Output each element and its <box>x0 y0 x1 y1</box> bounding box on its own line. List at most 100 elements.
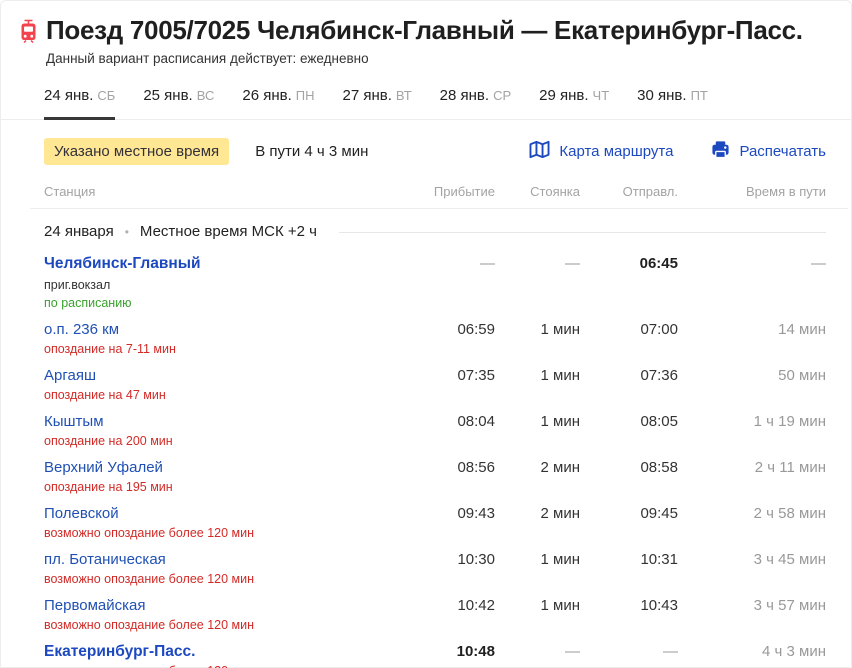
departure-time: — <box>663 643 678 660</box>
station-cell: Верхний Уфалей опоздание на 195 мин <box>44 459 375 494</box>
tab-day-label: ВС <box>196 88 215 103</box>
print-link[interactable]: Распечатать <box>711 140 826 163</box>
col-stop: Стоянка <box>530 184 580 199</box>
departure-time: 08:05 <box>640 413 678 430</box>
station-cell: о.п. 236 км опоздание на 7-11 мин <box>44 321 375 356</box>
status-delay: опоздание на 47 мин <box>44 388 166 402</box>
stop-duration: 2 мин <box>540 459 581 476</box>
arrival-time: 07:35 <box>457 367 495 384</box>
stop-duration: 1 мин <box>540 597 581 614</box>
tab-date-27[interactable]: 27 янв. ВТ <box>343 87 412 104</box>
tab-date-29[interactable]: 29 янв. ЧТ <box>539 87 609 104</box>
print-link-label: Распечатать <box>739 142 826 160</box>
status-delay: опоздание на 7-11 мин <box>44 342 176 356</box>
route-map-link[interactable]: Карта маршрута <box>529 140 673 163</box>
page-header: Поезд 7005/7025 Челябинск-Главный — Екат… <box>0 0 852 66</box>
date-line-timezone: Местное время МСК +2 ч <box>139 223 317 240</box>
tab-date-label: 24 янв. <box>44 87 94 104</box>
elapsed-duration: — <box>811 255 826 272</box>
tab-date-label: 27 янв. <box>342 87 392 104</box>
elapsed-duration: 50 мин <box>778 367 826 384</box>
stop-duration: 1 мин <box>540 321 581 338</box>
elapsed-duration: 3 ч 45 мин <box>753 551 826 568</box>
station-cell: Первомайская возможно опоздание более 12… <box>44 597 375 632</box>
station-link[interactable]: Аргаяш <box>44 367 375 384</box>
elapsed-duration: 4 ч 3 мин <box>762 643 826 660</box>
departure-time: 09:45 <box>640 505 678 522</box>
station-link[interactable]: Кыштым <box>44 413 375 430</box>
status-delay: возможно опоздание более 120 мин <box>44 618 254 632</box>
route-map-link-label: Карта маршрута <box>559 142 674 160</box>
station-link[interactable]: Полевской <box>44 505 375 522</box>
page-title: Поезд 7005/7025 Челябинск-Главный — Екат… <box>46 15 803 45</box>
arrival-time: 10:48 <box>456 643 495 660</box>
departure-time: 07:36 <box>640 367 678 384</box>
station-link[interactable]: о.п. 236 км <box>44 321 375 338</box>
status-delay: возможно опоздание более 120 мин <box>44 664 375 668</box>
table-header: Станция Прибытие Стоянка Отправл. Время … <box>44 184 826 208</box>
toolbar: Указано местное время В пути 4 ч 3 мин К… <box>44 137 826 165</box>
station-cell: Аргаяш опоздание на 47 мин <box>44 367 375 402</box>
station-cell: Полевской возможно опоздание более 120 м… <box>44 505 375 540</box>
station-link[interactable]: пл. Ботаническая <box>44 551 375 568</box>
tab-date-label: 26 янв. <box>242 87 292 104</box>
tab-date-25[interactable]: 25 янв. ВС <box>143 87 214 104</box>
station-cell: Челябинск-Главный приг.вокзал по расписа… <box>44 255 375 310</box>
departure-time: 10:43 <box>640 597 678 614</box>
table-row: Аргаяш опоздание на 47 мин 07:35 1 мин 0… <box>44 356 826 402</box>
table-row: Верхний Уфалей опоздание на 195 мин 08:5… <box>44 448 826 494</box>
date-line-date: 24 января <box>44 223 114 240</box>
tab-date-label: 28 янв. <box>439 87 490 104</box>
stop-duration: 1 мин <box>540 551 581 568</box>
tab-date-label: 25 янв. <box>143 87 193 104</box>
status-on-time: по расписанию <box>44 296 132 310</box>
tab-day-label: ЧТ <box>592 88 610 103</box>
stop-duration: 1 мин <box>540 367 581 384</box>
header-divider <box>30 208 848 209</box>
tab-date-label: 30 янв. <box>637 87 687 104</box>
stop-duration: — <box>565 255 580 272</box>
tab-date-24[interactable]: 24 янв. СБ <box>44 87 116 120</box>
station-link[interactable]: Екатеринбург-Пасс. <box>44 643 375 660</box>
table-row: Полевской возможно опоздание более 120 м… <box>44 494 826 540</box>
elapsed-duration: 2 ч 58 мин <box>753 505 826 522</box>
station-link[interactable]: Верхний Уфалей <box>44 459 375 476</box>
local-time-badge: Указано местное время <box>44 137 230 165</box>
tab-day-label: СБ <box>97 88 116 103</box>
tab-date-26[interactable]: 26 янв. ПН <box>242 87 314 104</box>
elapsed-duration: 3 ч 57 мин <box>753 597 826 614</box>
station-cell: Екатеринбург-Пасс. возможно опоздание бо… <box>44 643 375 668</box>
col-duration: Время в пути <box>746 184 826 199</box>
status-delay: опоздание на 195 мин <box>44 480 173 494</box>
status-delay: опоздание на 200 мин <box>44 434 173 448</box>
col-arrival: Прибытие <box>433 184 495 199</box>
elapsed-duration: 14 мин <box>778 321 826 338</box>
departure-time: 07:00 <box>640 321 678 338</box>
tab-day-label: ВТ <box>395 88 412 103</box>
bullet-separator: • <box>124 224 129 239</box>
arrival-time: 06:59 <box>457 321 495 338</box>
tab-day-label: СР <box>493 88 512 103</box>
status-delay: возможно опоздание более 120 мин <box>44 572 254 586</box>
map-icon <box>529 140 550 163</box>
arrival-time: 08:56 <box>457 459 495 476</box>
table-row: о.п. 236 км опоздание на 7-11 мин 06:59 … <box>44 310 826 356</box>
station-cell: пл. Ботаническая возможно опоздание боле… <box>44 551 375 586</box>
train-icon <box>18 19 39 49</box>
station-link[interactable]: Первомайская <box>44 597 375 614</box>
departure-time: 06:45 <box>639 255 678 272</box>
table-row: Екатеринбург-Пасс. возможно опоздание бо… <box>44 632 826 668</box>
tab-date-28[interactable]: 28 янв. СР <box>440 87 511 104</box>
elapsed-duration: 2 ч 11 мин <box>754 459 826 476</box>
table-row: Челябинск-Главный приг.вокзал по расписа… <box>44 244 826 310</box>
printer-icon <box>711 140 730 163</box>
station-link[interactable]: Челябинск-Главный <box>44 255 375 272</box>
arrival-time: 10:42 <box>457 597 495 614</box>
tab-date-30[interactable]: 30 янв. ПТ <box>637 87 708 104</box>
col-station: Станция <box>44 184 96 199</box>
tab-day-label: ПН <box>295 88 315 103</box>
arrival-time: 10:30 <box>457 551 495 568</box>
status-delay: возможно опоздание более 120 мин <box>44 526 254 540</box>
date-line: 24 января • Местное время МСК +2 ч <box>44 223 826 240</box>
train-schedule-page: Поезд 7005/7025 Челябинск-Главный — Екат… <box>0 0 852 668</box>
